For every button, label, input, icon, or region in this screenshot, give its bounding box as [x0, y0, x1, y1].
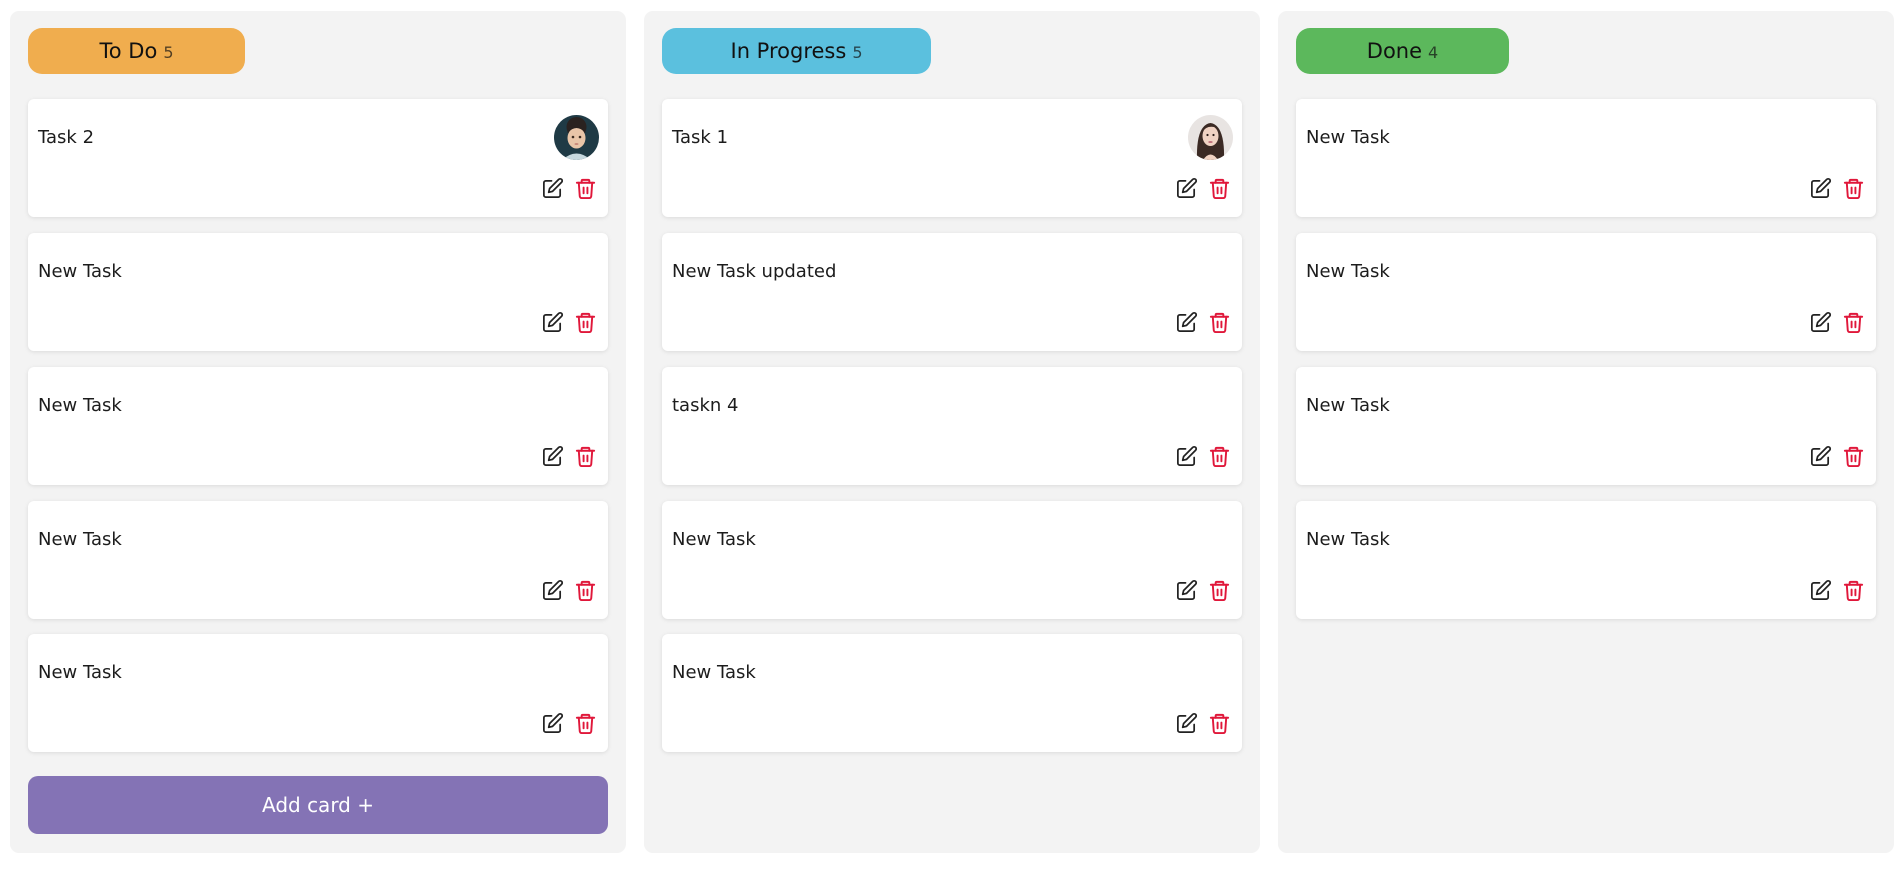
column-count: 5 — [852, 43, 863, 62]
trash-icon[interactable] — [1842, 445, 1865, 468]
card-actions — [541, 177, 597, 200]
card-title: New Task — [1306, 395, 1390, 416]
edit-icon[interactable] — [541, 311, 564, 334]
task-card[interactable]: New Task — [1296, 233, 1876, 351]
card-actions — [1175, 712, 1231, 735]
task-card[interactable]: Task 2 — [28, 99, 608, 217]
trash-icon[interactable] — [574, 712, 597, 735]
edit-icon[interactable] — [541, 579, 564, 602]
card-actions — [1175, 579, 1231, 602]
card-title: New Task — [38, 261, 122, 282]
card-title: Task 1 — [672, 127, 729, 148]
assignee-avatar — [554, 115, 599, 160]
edit-icon[interactable] — [541, 712, 564, 735]
card-title: New Task — [1306, 261, 1390, 282]
card-title: New Task — [38, 662, 122, 683]
trash-icon[interactable] — [574, 311, 597, 334]
edit-icon[interactable] — [1175, 445, 1198, 468]
edit-icon[interactable] — [1175, 579, 1198, 602]
trash-icon[interactable] — [574, 579, 597, 602]
card-title: New Task — [672, 529, 756, 550]
task-card[interactable]: New Task — [662, 501, 1242, 619]
assignee-avatar — [1188, 115, 1233, 160]
trash-icon[interactable] — [1208, 579, 1231, 602]
card-actions — [1175, 177, 1231, 200]
trash-icon[interactable] — [1842, 579, 1865, 602]
edit-icon[interactable] — [541, 177, 564, 200]
edit-icon[interactable] — [1175, 177, 1198, 200]
column-title: To Do — [99, 39, 158, 63]
card-title: Task 2 — [38, 127, 95, 148]
card-title: New Task — [1306, 529, 1390, 550]
trash-icon[interactable] — [1842, 177, 1865, 200]
column-done: Done 4 New Task New Task New Task New Ta… — [1278, 11, 1894, 853]
edit-icon[interactable] — [1809, 445, 1832, 468]
trash-icon[interactable] — [1842, 311, 1865, 334]
trash-icon[interactable] — [1208, 445, 1231, 468]
add-card-button[interactable]: Add card + — [28, 776, 608, 834]
task-card[interactable]: New Task — [28, 501, 608, 619]
edit-icon[interactable] — [1175, 311, 1198, 334]
card-actions — [1809, 445, 1865, 468]
column-count: 4 — [1428, 43, 1439, 62]
task-card[interactable]: New Task — [28, 634, 608, 752]
card-actions — [541, 712, 597, 735]
card-actions — [1175, 445, 1231, 468]
column-count: 5 — [163, 43, 174, 62]
card-actions — [541, 311, 597, 334]
card-actions — [1809, 579, 1865, 602]
column-in-progress: In Progress 5 Task 1 New Task updated ta… — [644, 11, 1260, 853]
column-header-done: Done 4 — [1296, 28, 1509, 74]
task-card[interactable]: New Task updated — [662, 233, 1242, 351]
edit-icon[interactable] — [1809, 579, 1832, 602]
edit-icon[interactable] — [541, 445, 564, 468]
task-card[interactable]: New Task — [1296, 367, 1876, 485]
card-title: New Task updated — [672, 261, 837, 282]
task-card[interactable]: Task 1 — [662, 99, 1242, 217]
column-header-in-progress: In Progress 5 — [662, 28, 931, 74]
task-card[interactable]: New Task — [28, 233, 608, 351]
card-actions — [541, 445, 597, 468]
trash-icon[interactable] — [1208, 712, 1231, 735]
card-actions — [541, 579, 597, 602]
card-title: New Task — [1306, 127, 1390, 148]
trash-icon[interactable] — [574, 445, 597, 468]
task-card[interactable]: New Task — [662, 634, 1242, 752]
column-title: In Progress — [730, 39, 847, 63]
edit-icon[interactable] — [1809, 177, 1832, 200]
trash-icon[interactable] — [1208, 311, 1231, 334]
card-actions — [1175, 311, 1231, 334]
trash-icon[interactable] — [1208, 177, 1231, 200]
card-title: New Task — [38, 529, 122, 550]
column-header-todo: To Do 5 — [28, 28, 245, 74]
card-actions — [1809, 177, 1865, 200]
card-title: taskn 4 — [672, 395, 739, 416]
edit-icon[interactable] — [1809, 311, 1832, 334]
task-card[interactable]: New Task — [1296, 501, 1876, 619]
card-actions — [1809, 311, 1865, 334]
trash-icon[interactable] — [574, 177, 597, 200]
edit-icon[interactable] — [1175, 712, 1198, 735]
task-card[interactable]: taskn 4 — [662, 367, 1242, 485]
kanban-board: To Do 5 Task 2 New Task New Task New Tas… — [0, 0, 1897, 877]
task-card[interactable]: New Task — [28, 367, 608, 485]
card-title: New Task — [38, 395, 122, 416]
card-title: New Task — [672, 662, 756, 683]
task-card[interactable]: New Task — [1296, 99, 1876, 217]
column-title: Done — [1366, 39, 1423, 63]
column-todo: To Do 5 Task 2 New Task New Task New Tas… — [10, 11, 626, 853]
